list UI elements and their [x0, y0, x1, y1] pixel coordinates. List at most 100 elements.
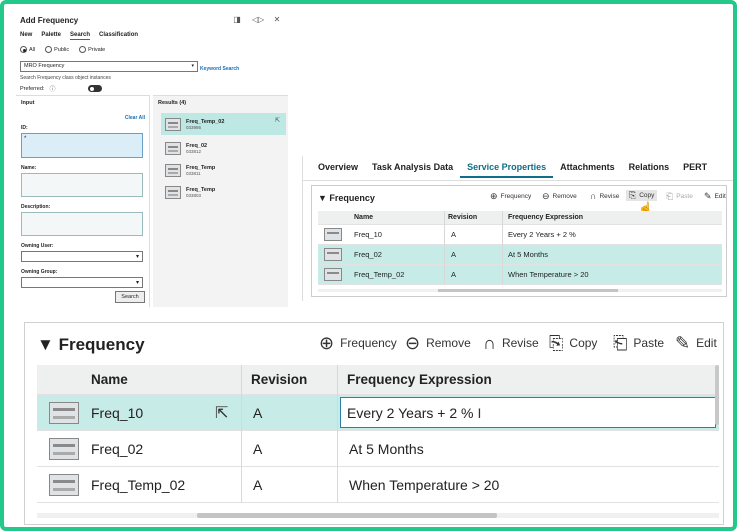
- close-icon[interactable]: ✕: [272, 15, 282, 24]
- search-hint: Search Frequency class object instances: [20, 75, 111, 81]
- column-expression[interactable]: Frequency Expression: [347, 365, 492, 394]
- column-name[interactable]: Name: [354, 211, 373, 224]
- tab-divider: [303, 180, 733, 181]
- tab-classification[interactable]: Classification: [99, 32, 138, 40]
- result-item[interactable]: Freq_Temp_02 033986 ⇱: [161, 113, 286, 135]
- tab-new[interactable]: New: [20, 32, 32, 40]
- row-revision: A: [253, 404, 263, 421]
- pencil-icon: ✎: [675, 333, 691, 353]
- remove-button[interactable]: ⊖ Remove: [542, 192, 577, 201]
- scope-private-label: Private: [88, 46, 106, 53]
- description-field[interactable]: [21, 212, 143, 236]
- row-revision: A: [253, 440, 263, 457]
- zoom-section-title[interactable]: ▼ Frequency: [37, 335, 145, 355]
- id-field[interactable]: *: [21, 133, 143, 158]
- owning-group-select[interactable]: [21, 277, 143, 288]
- collapse-icon[interactable]: ◁▷: [252, 15, 264, 24]
- revise-label: Revise: [501, 336, 539, 350]
- tab-service-properties[interactable]: Service Properties: [460, 162, 554, 178]
- column-revision[interactable]: Revision: [251, 365, 307, 394]
- open-external-icon[interactable]: ⇱: [275, 117, 280, 124]
- add-frequency-button[interactable]: ⊕ Frequency: [319, 334, 397, 352]
- search-button[interactable]: Search: [115, 291, 145, 303]
- paste-button[interactable]: ⎗ Paste: [613, 334, 664, 352]
- table-row[interactable]: Freq_02 A At 5 Months: [37, 431, 719, 467]
- radio-icon: [45, 46, 53, 53]
- table-row[interactable]: Freq_Temp_02 A When Temperature > 20: [37, 467, 719, 503]
- column-divider[interactable]: [444, 211, 445, 285]
- add-frequency-button[interactable]: ⊕ Frequency: [490, 192, 531, 201]
- column-name[interactable]: Name: [91, 365, 128, 394]
- row-expression: At 5 Months: [508, 250, 549, 259]
- dock-icon[interactable]: ◨: [232, 15, 242, 24]
- input-pane: Input Clear All ID: * Name: Description:…: [16, 95, 150, 307]
- plus-circle-icon: ⊕: [490, 191, 498, 201]
- frequency-icon: [165, 185, 181, 199]
- name-field[interactable]: [21, 173, 143, 197]
- id-label: ID:: [21, 125, 28, 131]
- revise-button[interactable]: ∩ Revise: [483, 334, 539, 352]
- keyword-search-link[interactable]: Keyword Search: [200, 66, 239, 72]
- copy-button[interactable]: ⎘ Copy: [626, 190, 658, 201]
- copy-button[interactable]: ⎘ Copy: [549, 334, 597, 352]
- result-name: Freq_Temp: [186, 164, 216, 171]
- horizontal-scrollbar[interactable]: [37, 513, 719, 518]
- remove-label: Remove: [552, 193, 577, 200]
- scope-all[interactable]: All: [20, 46, 35, 53]
- result-id: 033803: [186, 192, 202, 198]
- horizontal-scrollbar[interactable]: [318, 289, 722, 292]
- vertical-scrollbar[interactable]: [715, 365, 719, 425]
- open-external-icon[interactable]: ⇱: [215, 403, 228, 423]
- column-revision[interactable]: Revision: [448, 211, 477, 224]
- column-expression[interactable]: Frequency Expression: [508, 211, 583, 224]
- tab-search[interactable]: Search: [70, 32, 91, 40]
- edit-button[interactable]: ✎ Edit: [704, 192, 726, 201]
- scope-public-label: Public: [54, 46, 70, 53]
- scope-private[interactable]: Private: [79, 46, 105, 53]
- table-row[interactable]: Freq_Temp_02 A When Temperature > 20: [318, 265, 722, 285]
- tab-overview[interactable]: Overview: [311, 162, 365, 178]
- tab-attachments[interactable]: Attachments: [553, 162, 622, 178]
- table-row[interactable]: Freq_10 A Every 2 Years + 2 %: [318, 225, 722, 245]
- revise-icon: ∩: [483, 333, 496, 353]
- expression-edit-value: Every 2 Years + 2 %: [347, 404, 474, 421]
- section-title[interactable]: ▼ Frequency: [318, 193, 375, 203]
- dialog-controls: ◨ ◁▷ ✕: [232, 15, 282, 24]
- frequency-icon: [324, 228, 342, 241]
- tab-pert[interactable]: PERT: [676, 162, 714, 178]
- results-pane: Results (4) Freq_Temp_02 033986 ⇱ Freq_02…: [153, 95, 288, 307]
- tab-task-analysis-data[interactable]: Task Analysis Data: [365, 162, 460, 178]
- result-item[interactable]: Freq_Temp 033811: [161, 159, 286, 181]
- info-icon: ⓘ: [49, 87, 56, 93]
- preferred-label: Preferred:: [20, 85, 45, 92]
- revise-button[interactable]: ∩ Revise: [590, 192, 619, 201]
- paste-icon: ⎗: [666, 191, 674, 201]
- owning-user-select[interactable]: [21, 251, 143, 262]
- add-frequency-label: Frequency: [340, 336, 397, 350]
- remove-button[interactable]: ⊖ Remove: [405, 334, 471, 352]
- class-select[interactable]: MRO Frequency ▾: [20, 61, 198, 72]
- column-divider[interactable]: [337, 365, 338, 503]
- row-expression: When Temperature > 20: [508, 270, 589, 279]
- scope-public[interactable]: Public: [45, 46, 69, 53]
- preferred-toggle[interactable]: [88, 85, 103, 92]
- copy-label: Copy: [569, 336, 598, 350]
- table-row[interactable]: Freq_02 A At 5 Months: [318, 245, 722, 265]
- column-divider[interactable]: [502, 211, 503, 285]
- tab-relations[interactable]: Relations: [622, 162, 677, 178]
- result-item[interactable]: Freq_Temp 033803: [161, 181, 286, 203]
- row-icon-cell: [49, 395, 79, 430]
- paste-button[interactable]: ⎗ Paste: [666, 192, 693, 201]
- result-id: 033986: [186, 124, 202, 130]
- table-row[interactable]: Freq_10 ⇱ A Every 2 Years + 2 % I: [37, 395, 719, 431]
- edit-button[interactable]: ✎ Edit: [675, 334, 717, 352]
- frequency-icon: [165, 117, 181, 131]
- clear-all-link[interactable]: Clear All: [125, 115, 145, 121]
- minus-circle-icon: ⊖: [405, 333, 421, 353]
- table-header: Name Revision Frequency Expression: [318, 211, 722, 225]
- row-revision: A: [451, 230, 457, 239]
- tab-palette[interactable]: Palette: [41, 32, 61, 40]
- column-divider[interactable]: [241, 365, 242, 503]
- result-item[interactable]: Freq_02 033812: [161, 137, 286, 159]
- expression-edit-input[interactable]: Every 2 Years + 2 % I: [340, 397, 716, 428]
